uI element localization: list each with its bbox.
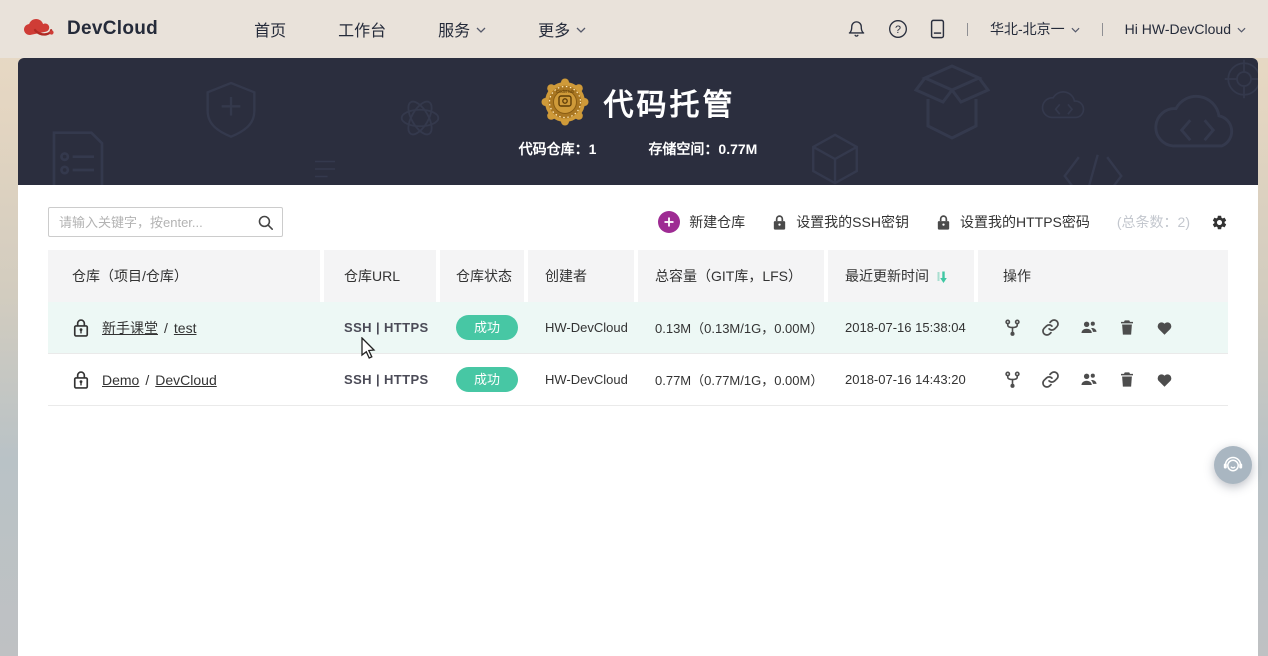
col-header-url[interactable]: 仓库URL [324,250,436,302]
delete-icon[interactable] [1118,370,1136,389]
page-title: 代码托管 [604,80,736,124]
status-badge: 成功 [456,315,518,340]
updated-cell: 2018-07-16 15:38:04 [845,320,966,335]
creator-cell: HW-DevCloud [545,372,628,387]
devcloud-cloud-icon [22,17,58,41]
svg-text:CodeHub: CodeHub [556,89,574,94]
mobile-app-icon[interactable] [930,19,945,39]
status-badge: 成功 [456,367,518,392]
repo-table: 仓库（项目/仓库） 仓库URL 仓库状态 创建者 总容量（GIT库，LFS） 最… [48,250,1228,406]
toolbar: 新建仓库 设置我的SSH密钥 设置我的HTTPS密码 (总条数：2) [48,207,1228,237]
chevron-down-icon [1237,27,1246,33]
separator: / [164,320,168,336]
col-header-status[interactable]: 仓库状态 [440,250,524,302]
col-header-repo[interactable]: 仓库（项目/仓库） [48,250,320,302]
favorite-icon[interactable] [1155,319,1174,337]
nav-item-more[interactable]: 更多 [538,17,586,41]
members-icon[interactable] [1079,370,1099,389]
nav-item-home[interactable]: 首页 [254,17,286,41]
favorite-icon[interactable] [1155,371,1174,389]
top-nav: DevCloud 首页 工作台 服务 更多 ? 华北-北京一 Hi HW-Dev… [0,0,1268,58]
size-cell: 0.77M（0.77M/1G，0.00M） [655,370,823,389]
devcloud-logo[interactable]: DevCloud [22,17,158,41]
svg-text:?: ? [895,24,901,36]
row-actions [978,370,1228,389]
storage-stat: 存储空间：0.77M [648,139,757,159]
banner-head: CodeHub 代码托管 [18,58,1258,126]
table-row[interactable]: Demo / DevCloud SSH | HTTPS 成功 HW-DevClo… [48,354,1228,406]
plus-icon [658,211,680,233]
search-icon[interactable] [257,214,274,236]
region-selector[interactable]: 华北-北京一 [990,19,1080,39]
nav-right: ? 华北-北京一 Hi HW-DevCloud [847,19,1246,39]
col-header-size[interactable]: 总容量（GIT库，LFS） [638,250,824,302]
new-repo-button[interactable]: 新建仓库 [658,211,745,233]
divider [967,23,968,36]
main-nav: 首页 工作台 服务 更多 [254,17,586,41]
chevron-down-icon [476,27,486,33]
repo-url-links[interactable]: SSH | HTTPS [344,372,429,387]
headset-icon [1221,453,1245,477]
notifications-bell-icon[interactable] [847,19,866,39]
codehub-banner: CodeHub 代码托管 代码仓库：1 存储空间：0.77M [18,58,1258,185]
chevron-down-icon [576,27,586,33]
total-count-label: (总条数：2) [1117,212,1190,232]
git-branch-icon[interactable] [1003,318,1022,337]
lock-icon [936,214,951,231]
repo-link[interactable]: DevCloud [155,372,216,388]
table-header: 仓库（项目/仓库） 仓库URL 仓库状态 创建者 总容量（GIT库，LFS） 最… [48,250,1228,302]
row-actions [978,318,1228,337]
git-branch-icon[interactable] [1003,370,1022,389]
size-cell: 0.13M（0.13M/1G，0.00M） [655,318,823,337]
sort-descending-icon[interactable] [935,270,947,284]
repo-count-stat: 代码仓库：1 [519,139,597,159]
main-panel: CodeHub 代码托管 代码仓库：1 存储空间：0.77M [18,58,1258,656]
search-input[interactable] [48,207,283,237]
brand-name: DevCloud [67,18,158,40]
help-icon[interactable]: ? [888,19,908,39]
customer-service-button[interactable] [1214,446,1252,484]
lock-icon [772,214,787,231]
repo-url-links[interactable]: SSH | HTTPS [344,320,429,335]
col-header-updated[interactable]: 最近更新时间 [828,250,974,302]
members-icon[interactable] [1079,318,1099,337]
creator-cell: HW-DevCloud [545,320,628,335]
set-https-password-button[interactable]: 设置我的HTTPS密码 [936,212,1090,232]
repo-cell: Demo / DevCloud [48,370,320,390]
codehub-badge-icon: CodeHub [541,78,589,126]
private-lock-icon [72,370,90,390]
link-icon[interactable] [1041,318,1060,337]
col-header-actions: 操作 [978,250,1228,302]
link-icon[interactable] [1041,370,1060,389]
table-row[interactable]: 新手课堂 / test SSH | HTTPS 成功 HW-DevCloud 0… [48,302,1228,354]
project-link[interactable]: 新手课堂 [102,318,158,338]
delete-icon[interactable] [1118,318,1136,337]
user-menu[interactable]: Hi HW-DevCloud [1125,21,1246,37]
chevron-down-icon [1071,27,1080,33]
col-header-creator[interactable]: 创建者 [528,250,634,302]
divider [1102,23,1103,36]
search-box [48,207,283,237]
set-ssh-key-button[interactable]: 设置我的SSH密钥 [772,212,909,232]
content-area: 新建仓库 设置我的SSH密钥 设置我的HTTPS密码 (总条数：2) 仓库（ [18,185,1258,406]
updated-cell: 2018-07-16 14:43:20 [845,372,966,387]
separator: / [145,372,149,388]
nav-item-services[interactable]: 服务 [438,17,486,41]
nav-item-workspace[interactable]: 工作台 [338,17,386,41]
table-settings-gear-icon[interactable] [1211,214,1228,231]
private-lock-icon [72,318,90,338]
banner-stats: 代码仓库：1 存储空间：0.77M [18,139,1258,159]
repo-link[interactable]: test [174,320,197,336]
repo-cell: 新手课堂 / test [48,318,320,338]
project-link[interactable]: Demo [102,372,139,388]
toolbar-right: 新建仓库 设置我的SSH密钥 设置我的HTTPS密码 (总条数：2) [658,211,1228,233]
